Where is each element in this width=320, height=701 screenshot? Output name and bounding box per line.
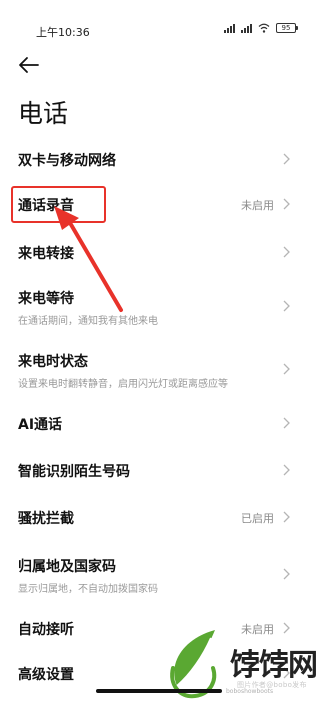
signal-icon (224, 23, 235, 33)
signal-icon-2 (241, 23, 252, 33)
settings-row-title: AI通话 (18, 417, 63, 433)
chevron-right-icon (283, 198, 290, 210)
chevron-right-icon (283, 153, 290, 165)
chevron-right-icon (283, 246, 290, 258)
chevron-right-icon (283, 622, 290, 634)
wifi-icon (258, 23, 270, 33)
back-arrow-icon[interactable] (18, 56, 40, 74)
settings-row-title: 智能识别陌生号码 (18, 464, 130, 480)
settings-row-value: 未启用 (241, 199, 274, 212)
chevron-right-icon (283, 300, 290, 312)
settings-row-title: 来电转接 (18, 246, 74, 262)
chevron-right-icon (283, 417, 290, 429)
settings-row[interactable]: 双卡与移动网络 (0, 150, 318, 170)
chevron-right-icon (283, 568, 290, 580)
settings-row-value: 未启用 (241, 623, 274, 636)
home-indicator[interactable] (96, 689, 222, 693)
watermark-line2: boboshowboots (226, 688, 274, 695)
status-bar: 上午10:36 95 (0, 0, 318, 46)
settings-row-title: 归属地及国家码 (18, 559, 116, 575)
settings-row[interactable]: 来电转接 (0, 243, 318, 263)
page-title: 电话 (18, 99, 69, 128)
settings-row-subtitle: 在通话期间，通知我有其他来电 (18, 316, 158, 327)
status-time: 上午10:36 (36, 26, 90, 39)
settings-row-subtitle: 显示归属地，不自动加拨国家码 (18, 584, 158, 595)
settings-row[interactable]: 归属地及国家码显示归属地，不自动加拨国家码 (0, 556, 318, 595)
chevron-right-icon (283, 464, 290, 476)
highlight-box (11, 186, 106, 223)
status-icons: 95 (224, 23, 298, 33)
settings-row[interactable]: 来电时状态设置来电时翻转静音，启用闪光灯或距离感应等 (0, 351, 318, 390)
settings-row[interactable]: 自动接听 未启用 (0, 619, 318, 639)
settings-row[interactable]: AI通话 (0, 414, 318, 434)
settings-row-title: 来电等待 (18, 291, 74, 307)
settings-row-value: 已启用 (241, 512, 274, 525)
battery-level: 95 (281, 24, 291, 32)
settings-row[interactable]: 骚扰拦截 已启用 (0, 508, 318, 528)
battery-icon: 95 (276, 23, 298, 33)
chevron-right-icon (283, 363, 290, 375)
chevron-right-icon (283, 511, 290, 523)
settings-row-title: 来电时状态 (18, 354, 88, 370)
settings-row[interactable]: 来电等待在通话期间，通知我有其他来电 (0, 288, 318, 327)
settings-row-title: 双卡与移动网络 (18, 153, 116, 169)
settings-row[interactable]: 智能识别陌生号码 (0, 461, 318, 481)
settings-row-subtitle: 设置来电时翻转静音，启用闪光灯或距离感应等 (18, 379, 228, 390)
brand-logo-text: 饽饽网 (230, 648, 318, 683)
